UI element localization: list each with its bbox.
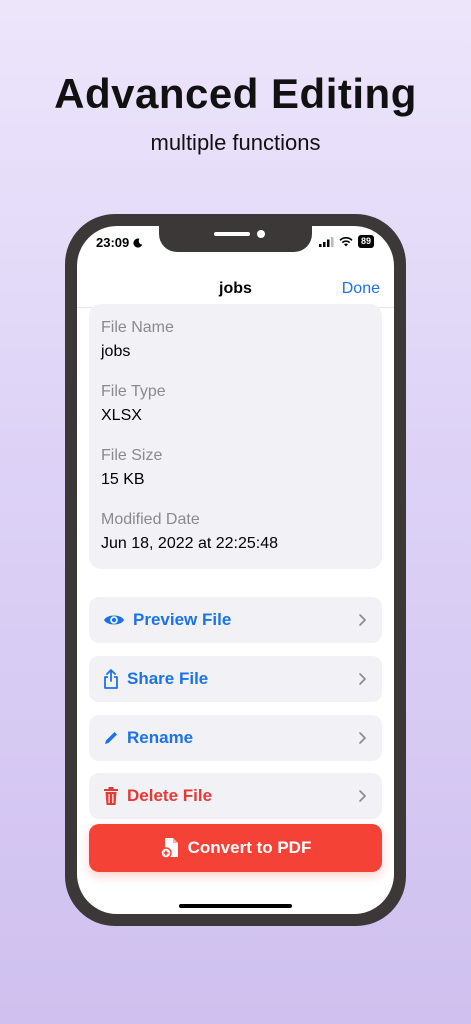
battery-icon: 89 xyxy=(357,235,374,248)
file-type-value: XLSX xyxy=(101,407,142,424)
file-size-value: 15 KB xyxy=(101,471,145,488)
delete-file-button[interactable]: Delete File xyxy=(89,773,382,819)
chevron-right-icon xyxy=(359,614,366,626)
preview-file-label: Preview File xyxy=(133,610,232,629)
moon-icon xyxy=(133,238,143,248)
rename-button[interactable]: Rename xyxy=(89,715,382,761)
wifi-icon xyxy=(339,236,353,246)
modified-date-label: Modified Date xyxy=(101,511,200,528)
share-file-label: Share File xyxy=(127,669,209,688)
chevron-right-icon xyxy=(359,732,366,744)
file-size-label: File Size xyxy=(101,447,163,464)
pencil-icon xyxy=(103,727,119,749)
nav-bar: jobs Done xyxy=(77,260,394,308)
signal-icon xyxy=(318,236,334,247)
delete-file-label: Delete File xyxy=(127,786,213,805)
notch xyxy=(159,226,312,252)
file-name-value: jobs xyxy=(101,343,131,360)
file-info-card: File Name jobs File Type XLSX File Size … xyxy=(89,304,382,569)
share-file-button[interactable]: Share File xyxy=(89,656,382,702)
convert-to-pdf-button[interactable]: Convert to PDF xyxy=(89,824,382,872)
status-time: 23:09 xyxy=(96,235,143,250)
preview-file-button[interactable]: Preview File xyxy=(89,597,382,643)
chevron-right-icon xyxy=(359,673,366,685)
trash-icon xyxy=(103,785,119,807)
headline: Advanced Editing xyxy=(54,70,417,117)
subheadline: multiple functions xyxy=(150,130,321,155)
convert-to-pdf-label: Convert to PDF xyxy=(187,838,312,857)
file-type-label: File Type xyxy=(101,383,166,400)
status-icons: 89 xyxy=(318,235,374,248)
phone-screen: 23:09 89 jobs Done File Name jobs File T… xyxy=(77,226,394,914)
status-time-text: 23:09 xyxy=(96,235,130,250)
phone-frame: 23:09 89 jobs Done File Name jobs File T… xyxy=(65,214,406,926)
home-indicator[interactable] xyxy=(179,904,292,908)
file-name-label: File Name xyxy=(101,319,174,336)
modified-date-value: Jun 18, 2022 at 22:25:48 xyxy=(101,535,279,552)
done-button[interactable]: Done xyxy=(342,280,380,298)
chevron-right-icon xyxy=(359,790,366,802)
share-icon xyxy=(103,668,119,690)
rename-label: Rename xyxy=(127,728,194,747)
pdf-convert-icon xyxy=(159,838,178,859)
eye-icon xyxy=(103,609,125,631)
speaker xyxy=(214,232,250,236)
camera xyxy=(257,230,265,238)
